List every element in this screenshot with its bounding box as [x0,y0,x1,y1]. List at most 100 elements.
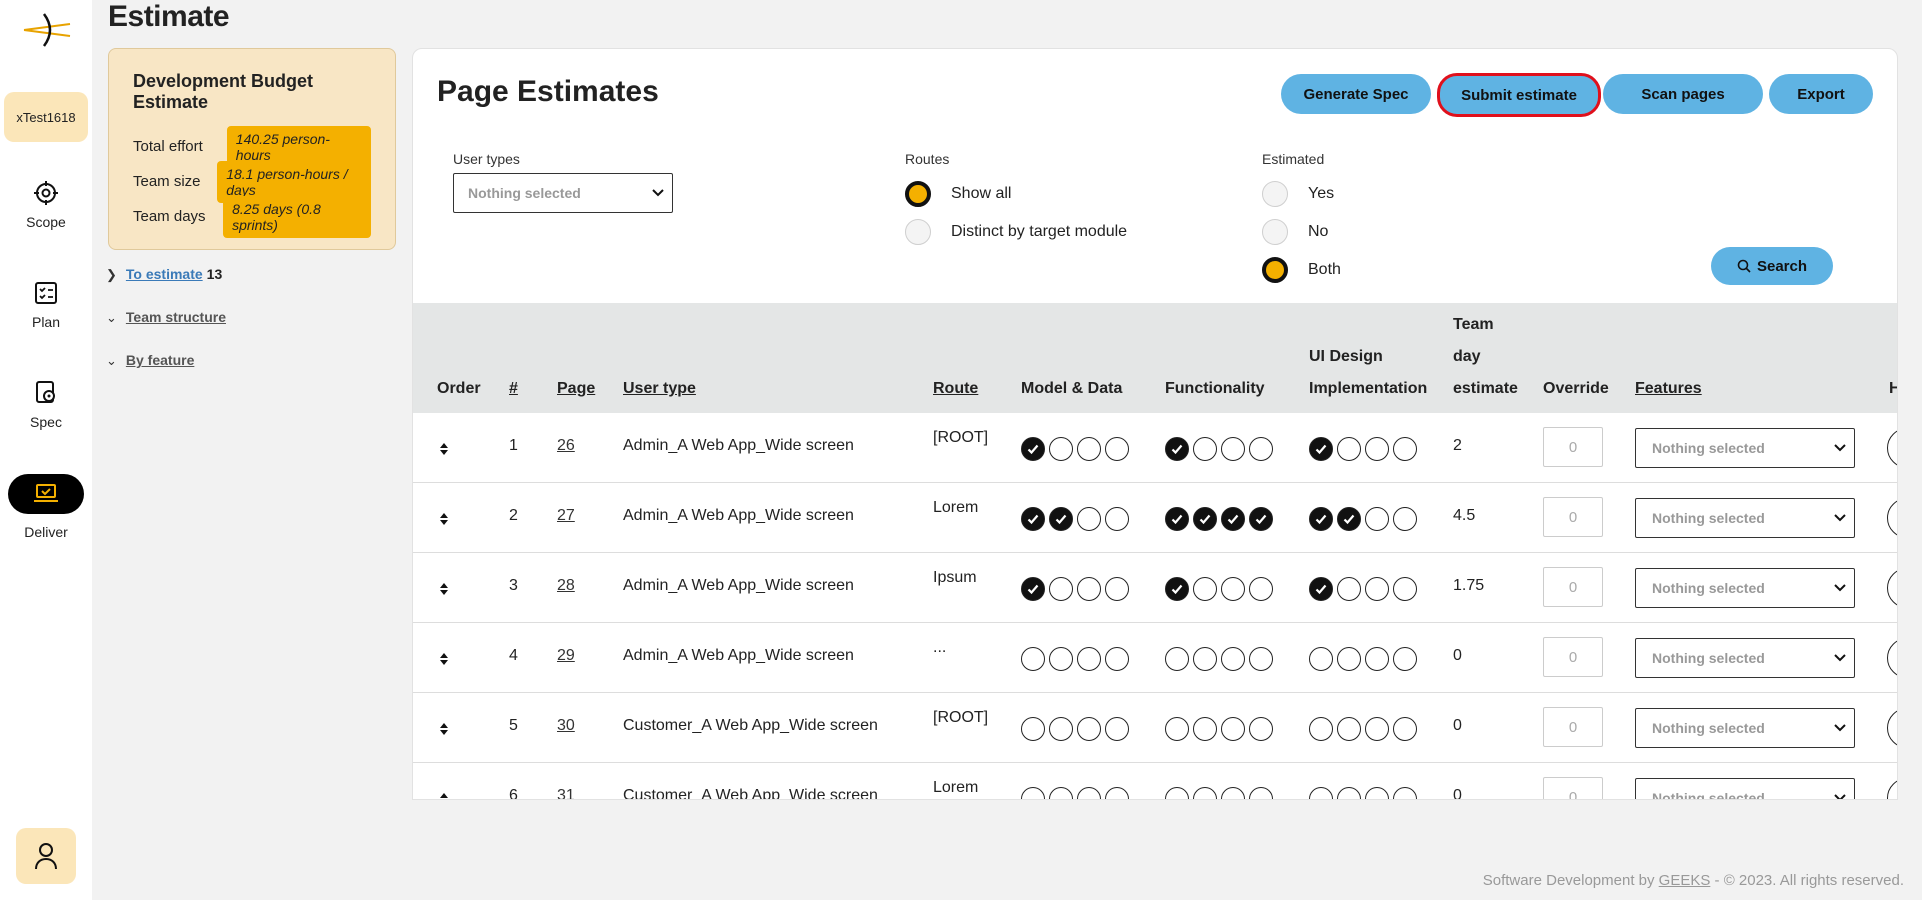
ui-implementation-rating[interactable] [1309,577,1421,601]
model-data-rating[interactable] [1021,647,1133,671]
row-h-toggle[interactable] [1887,568,1897,608]
row-page-link[interactable]: 27 [557,507,575,525]
model-data-rating[interactable] [1021,717,1133,741]
export-button[interactable]: Export [1769,74,1873,114]
rating-circle[interactable] [1309,577,1333,601]
rating-circle[interactable] [1309,717,1333,741]
rating-circle[interactable] [1365,577,1389,601]
model-data-rating[interactable] [1021,437,1133,461]
rating-circle[interactable] [1193,787,1217,799]
rating-circle[interactable] [1105,717,1129,741]
rating-circle[interactable] [1365,507,1389,531]
functionality-rating[interactable] [1165,507,1277,531]
rating-circle[interactable] [1077,717,1101,741]
to-estimate-link[interactable]: To estimate [126,266,203,282]
tree-item-by-feature[interactable]: ⌄ By feature [106,352,194,369]
rating-circle[interactable] [1165,647,1189,671]
nav-item-scope[interactable]: Scope [0,180,92,230]
rating-circle[interactable] [1393,507,1417,531]
rating-circle[interactable] [1249,787,1273,799]
rating-circle[interactable] [1337,577,1361,601]
rating-circle[interactable] [1105,787,1129,799]
rating-circle[interactable] [1165,507,1189,531]
features-select[interactable]: Nothing selected [1635,708,1855,748]
routes-radio-show-all[interactable]: Show all [905,181,1011,207]
features-select[interactable]: Nothing selected [1635,778,1855,799]
rating-circle[interactable] [1249,647,1273,671]
rating-circle[interactable] [1021,507,1045,531]
estimated-radio-yes[interactable]: Yes [1262,181,1334,207]
col-features[interactable]: Features [1635,373,1702,405]
model-data-rating[interactable] [1021,787,1133,799]
radio-dot[interactable] [905,219,931,245]
row-h-toggle[interactable] [1887,498,1897,538]
functionality-rating[interactable] [1165,577,1277,601]
rating-circle[interactable] [1393,787,1417,799]
rating-circle[interactable] [1165,577,1189,601]
rating-circle[interactable] [1077,437,1101,461]
rating-circle[interactable] [1221,787,1245,799]
ui-implementation-rating[interactable] [1309,507,1421,531]
rating-circle[interactable] [1165,717,1189,741]
rating-circle[interactable] [1193,717,1217,741]
row-h-toggle[interactable] [1887,778,1897,799]
ui-implementation-rating[interactable] [1309,787,1421,799]
override-input[interactable]: 0 [1543,707,1603,747]
nav-item-spec[interactable]: Spec [0,380,92,430]
radio-dot[interactable] [905,181,931,207]
rating-circle[interactable] [1193,437,1217,461]
rating-circle[interactable] [1337,717,1361,741]
rating-circle[interactable] [1077,507,1101,531]
rating-circle[interactable] [1077,647,1101,671]
rating-circle[interactable] [1393,577,1417,601]
logo-icon[interactable] [22,10,72,50]
chevron-right-icon[interactable]: ❯ [106,267,122,283]
rating-circle[interactable] [1249,577,1273,601]
functionality-rating[interactable] [1165,717,1277,741]
override-input[interactable]: 0 [1543,637,1603,677]
drag-sort-icon[interactable] [439,582,449,596]
rating-circle[interactable] [1221,507,1245,531]
chevron-down-icon[interactable]: ⌄ [106,310,122,326]
rating-circle[interactable] [1309,787,1333,799]
row-page-link[interactable]: 26 [557,437,575,455]
rating-circle[interactable] [1021,787,1045,799]
rating-circle[interactable] [1077,577,1101,601]
functionality-rating[interactable] [1165,647,1277,671]
rating-circle[interactable] [1337,787,1361,799]
rating-circle[interactable] [1049,787,1073,799]
rating-circle[interactable] [1393,647,1417,671]
rating-circle[interactable] [1105,507,1129,531]
ui-implementation-rating[interactable] [1309,647,1421,671]
rating-circle[interactable] [1221,717,1245,741]
rating-circle[interactable] [1365,717,1389,741]
row-page-link[interactable]: 31 [557,787,575,799]
rating-circle[interactable] [1249,437,1273,461]
rating-circle[interactable] [1221,647,1245,671]
rating-circle[interactable] [1365,647,1389,671]
rating-circle[interactable] [1193,577,1217,601]
model-data-rating[interactable] [1021,507,1133,531]
drag-sort-icon[interactable] [439,792,449,800]
drag-sort-icon[interactable] [439,512,449,526]
drag-sort-icon[interactable] [439,652,449,666]
row-page-link[interactable]: 29 [557,647,575,665]
user-types-select[interactable]: Nothing selected [453,173,673,213]
rating-circle[interactable] [1193,507,1217,531]
features-select[interactable]: Nothing selected [1635,428,1855,468]
rating-circle[interactable] [1309,507,1333,531]
user-profile-button[interactable] [16,828,76,884]
team-structure-link[interactable]: Team structure [126,309,226,325]
geeks-link[interactable]: GEEKS [1659,872,1711,889]
radio-dot[interactable] [1262,219,1288,245]
by-feature-link[interactable]: By feature [126,352,194,368]
rating-circle[interactable] [1021,647,1045,671]
rating-circle[interactable] [1337,437,1361,461]
rating-circle[interactable] [1049,577,1073,601]
tree-item-team-structure[interactable]: ⌄ Team structure [106,309,226,326]
col-page[interactable]: Page [557,373,595,405]
tree-item-to-estimate[interactable]: ❯ To estimate 13 [106,266,222,283]
rating-circle[interactable] [1193,647,1217,671]
functionality-rating[interactable] [1165,437,1277,461]
rating-circle[interactable] [1049,437,1073,461]
